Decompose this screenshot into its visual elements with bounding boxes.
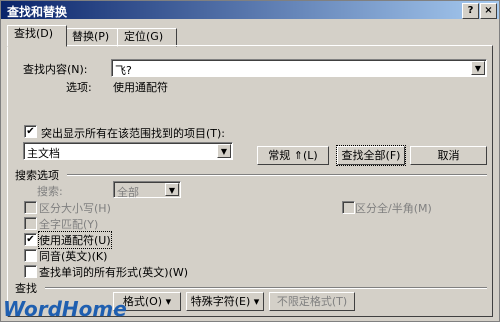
chevron-down-icon[interactable]: ▼ bbox=[165, 183, 179, 196]
scope-select[interactable]: 主文档 ▼ bbox=[23, 142, 233, 160]
close-button[interactable]: × bbox=[480, 3, 497, 19]
whole-word-checkbox[interactable] bbox=[24, 217, 37, 230]
no-formatting-button[interactable]: 不限定格式(T) bbox=[269, 292, 355, 311]
find-what-input[interactable]: 飞? ▼ bbox=[111, 59, 487, 77]
find-replace-dialog: 查找和替换 ? × 查找(D) 替换(P) 定位(G) 查找内容(N): 飞? … bbox=[0, 0, 500, 322]
full-half-width-checkbox[interactable] bbox=[342, 201, 355, 214]
word-forms-checkbox[interactable] bbox=[24, 265, 37, 278]
title-bar: 查找和替换 ? × bbox=[1, 1, 499, 19]
special-button[interactable]: 特殊字符(E) ▾ bbox=[186, 292, 264, 311]
find-all-button[interactable]: 查找全部(F) bbox=[336, 145, 406, 166]
chevron-down-icon[interactable]: ▼ bbox=[471, 61, 485, 75]
search-direction-value: 全部 bbox=[117, 186, 139, 199]
separator bbox=[67, 174, 487, 176]
whole-word-label: 全字匹配(Y) bbox=[39, 218, 99, 231]
scope-value: 主文档 bbox=[27, 147, 60, 160]
help-button[interactable]: ? bbox=[462, 3, 479, 19]
options-label: 选项: bbox=[66, 81, 92, 94]
word-forms-label: 查找单词的所有形式(英文)(W) bbox=[39, 266, 189, 279]
sounds-like-checkbox[interactable] bbox=[24, 249, 37, 262]
chevron-down-icon[interactable]: ▼ bbox=[217, 144, 231, 158]
find-section-header: 查找 bbox=[15, 282, 37, 295]
match-case-checkbox[interactable] bbox=[24, 201, 37, 214]
tab-find[interactable]: 查找(D) bbox=[7, 25, 67, 47]
find-what-label: 查找内容(N): bbox=[23, 63, 88, 76]
find-what-value: 飞? bbox=[115, 64, 132, 77]
search-direction-select[interactable]: 全部 ▼ bbox=[113, 181, 181, 199]
highlight-checkbox[interactable]: ✔ bbox=[24, 125, 37, 138]
sounds-like-label: 同音(英文)(K) bbox=[39, 250, 108, 263]
wildcards-label: 使用通配符(U) bbox=[38, 231, 112, 249]
options-value: 使用通配符 bbox=[113, 81, 168, 94]
separator bbox=[45, 287, 487, 289]
search-options-header: 搜索选项 bbox=[15, 169, 59, 182]
wildcards-checkbox[interactable]: ✔ bbox=[24, 233, 37, 246]
match-case-label: 区分大小写(H) bbox=[39, 202, 111, 215]
highlight-label: 突出显示所有在该范围找到的项目(T): bbox=[41, 127, 226, 140]
normal-button[interactable]: 常规 ⇑(L) bbox=[257, 146, 329, 165]
search-label: 搜索: bbox=[37, 185, 63, 198]
window-title: 查找和替换 bbox=[7, 5, 68, 19]
full-half-width-label: 区分全/半角(M) bbox=[355, 202, 432, 215]
cancel-button[interactable]: 取消 bbox=[410, 146, 487, 165]
watermark-logo: WordHome bbox=[3, 297, 127, 321]
